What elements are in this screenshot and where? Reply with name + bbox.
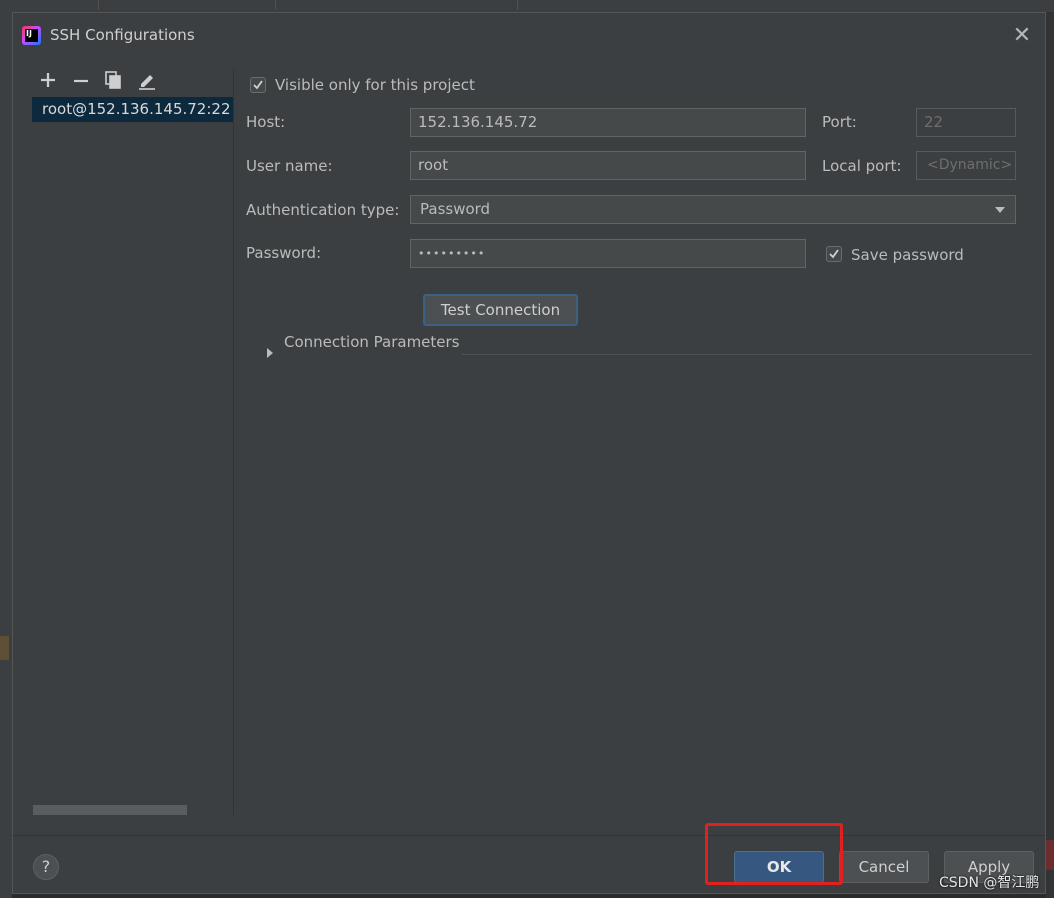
dialog-title: SSH Configurations	[50, 26, 195, 44]
copy-configuration-button[interactable]	[103, 69, 125, 91]
background-tab	[100, 0, 276, 10]
gutter-marker	[0, 636, 9, 660]
pencil-icon	[139, 75, 155, 90]
auth-type-select[interactable]: Password	[410, 195, 1016, 224]
host-label: Host:	[246, 113, 286, 131]
password-label: Password:	[246, 244, 322, 262]
minus-icon	[74, 79, 88, 83]
user-name-input[interactable]: root	[410, 151, 806, 180]
ok-highlight-annotation	[705, 823, 843, 885]
close-button[interactable]: ✕	[1011, 25, 1033, 47]
test-connection-button[interactable]: Test Connection	[423, 294, 578, 326]
help-button[interactable]: ?	[33, 854, 59, 880]
intellij-app-icon	[22, 26, 41, 45]
connection-parameters-toggle[interactable]: Connection Parameters	[284, 333, 460, 351]
dialog-titlebar: SSH Configurations ✕	[13, 13, 1045, 59]
local-port-label: Local port:	[822, 157, 902, 175]
host-input[interactable]: 152.136.145.72	[410, 108, 806, 137]
csdn-watermark: CSDN @智江鹏	[939, 875, 1040, 891]
error-stripe-marker	[1046, 840, 1054, 870]
configurations-list-panel: root@152.136.145.72:22 p	[13, 59, 233, 815]
copy-icon	[105, 71, 121, 89]
edit-configuration-button[interactable]	[136, 69, 158, 91]
port-input[interactable]: 22	[916, 108, 1016, 137]
save-password-checkbox[interactable]	[826, 246, 842, 262]
background-ide-gutter	[0, 12, 12, 898]
password-input[interactable]: •••••••••	[410, 239, 806, 268]
visible-only-label: Visible only for this project	[275, 76, 475, 94]
checkmark-icon	[253, 80, 263, 90]
remove-configuration-button[interactable]	[70, 69, 92, 91]
checkmark-icon	[829, 249, 839, 259]
expand-triangle-icon[interactable]	[267, 348, 273, 358]
user-name-label: User name:	[246, 157, 333, 175]
plus-icon	[41, 73, 55, 87]
footer-divider	[13, 835, 1045, 836]
config-list-item-selected[interactable]: root@152.136.145.72:22 p	[32, 97, 233, 122]
section-separator	[462, 354, 1032, 355]
auth-type-label: Authentication type:	[246, 201, 400, 219]
chevron-down-icon	[995, 207, 1005, 213]
visible-only-checkbox[interactable]	[250, 77, 266, 93]
background-tab	[277, 0, 518, 10]
ssh-configurations-dialog: SSH Configurations ✕ root@152.136.145.72…	[12, 12, 1046, 894]
configuration-form: Visible only for this project Host: 152.…	[234, 59, 1045, 815]
port-label: Port:	[822, 113, 857, 131]
add-configuration-button[interactable]	[37, 69, 59, 91]
auth-type-value: Password	[420, 200, 491, 218]
local-port-input[interactable]: <Dynamic>	[916, 151, 1016, 180]
background-ide-scrollbar	[1046, 12, 1054, 898]
background-tab	[8, 0, 99, 10]
horizontal-scrollbar[interactable]	[33, 805, 187, 815]
save-password-label: Save password	[851, 246, 964, 264]
cancel-button[interactable]: Cancel	[839, 851, 929, 883]
